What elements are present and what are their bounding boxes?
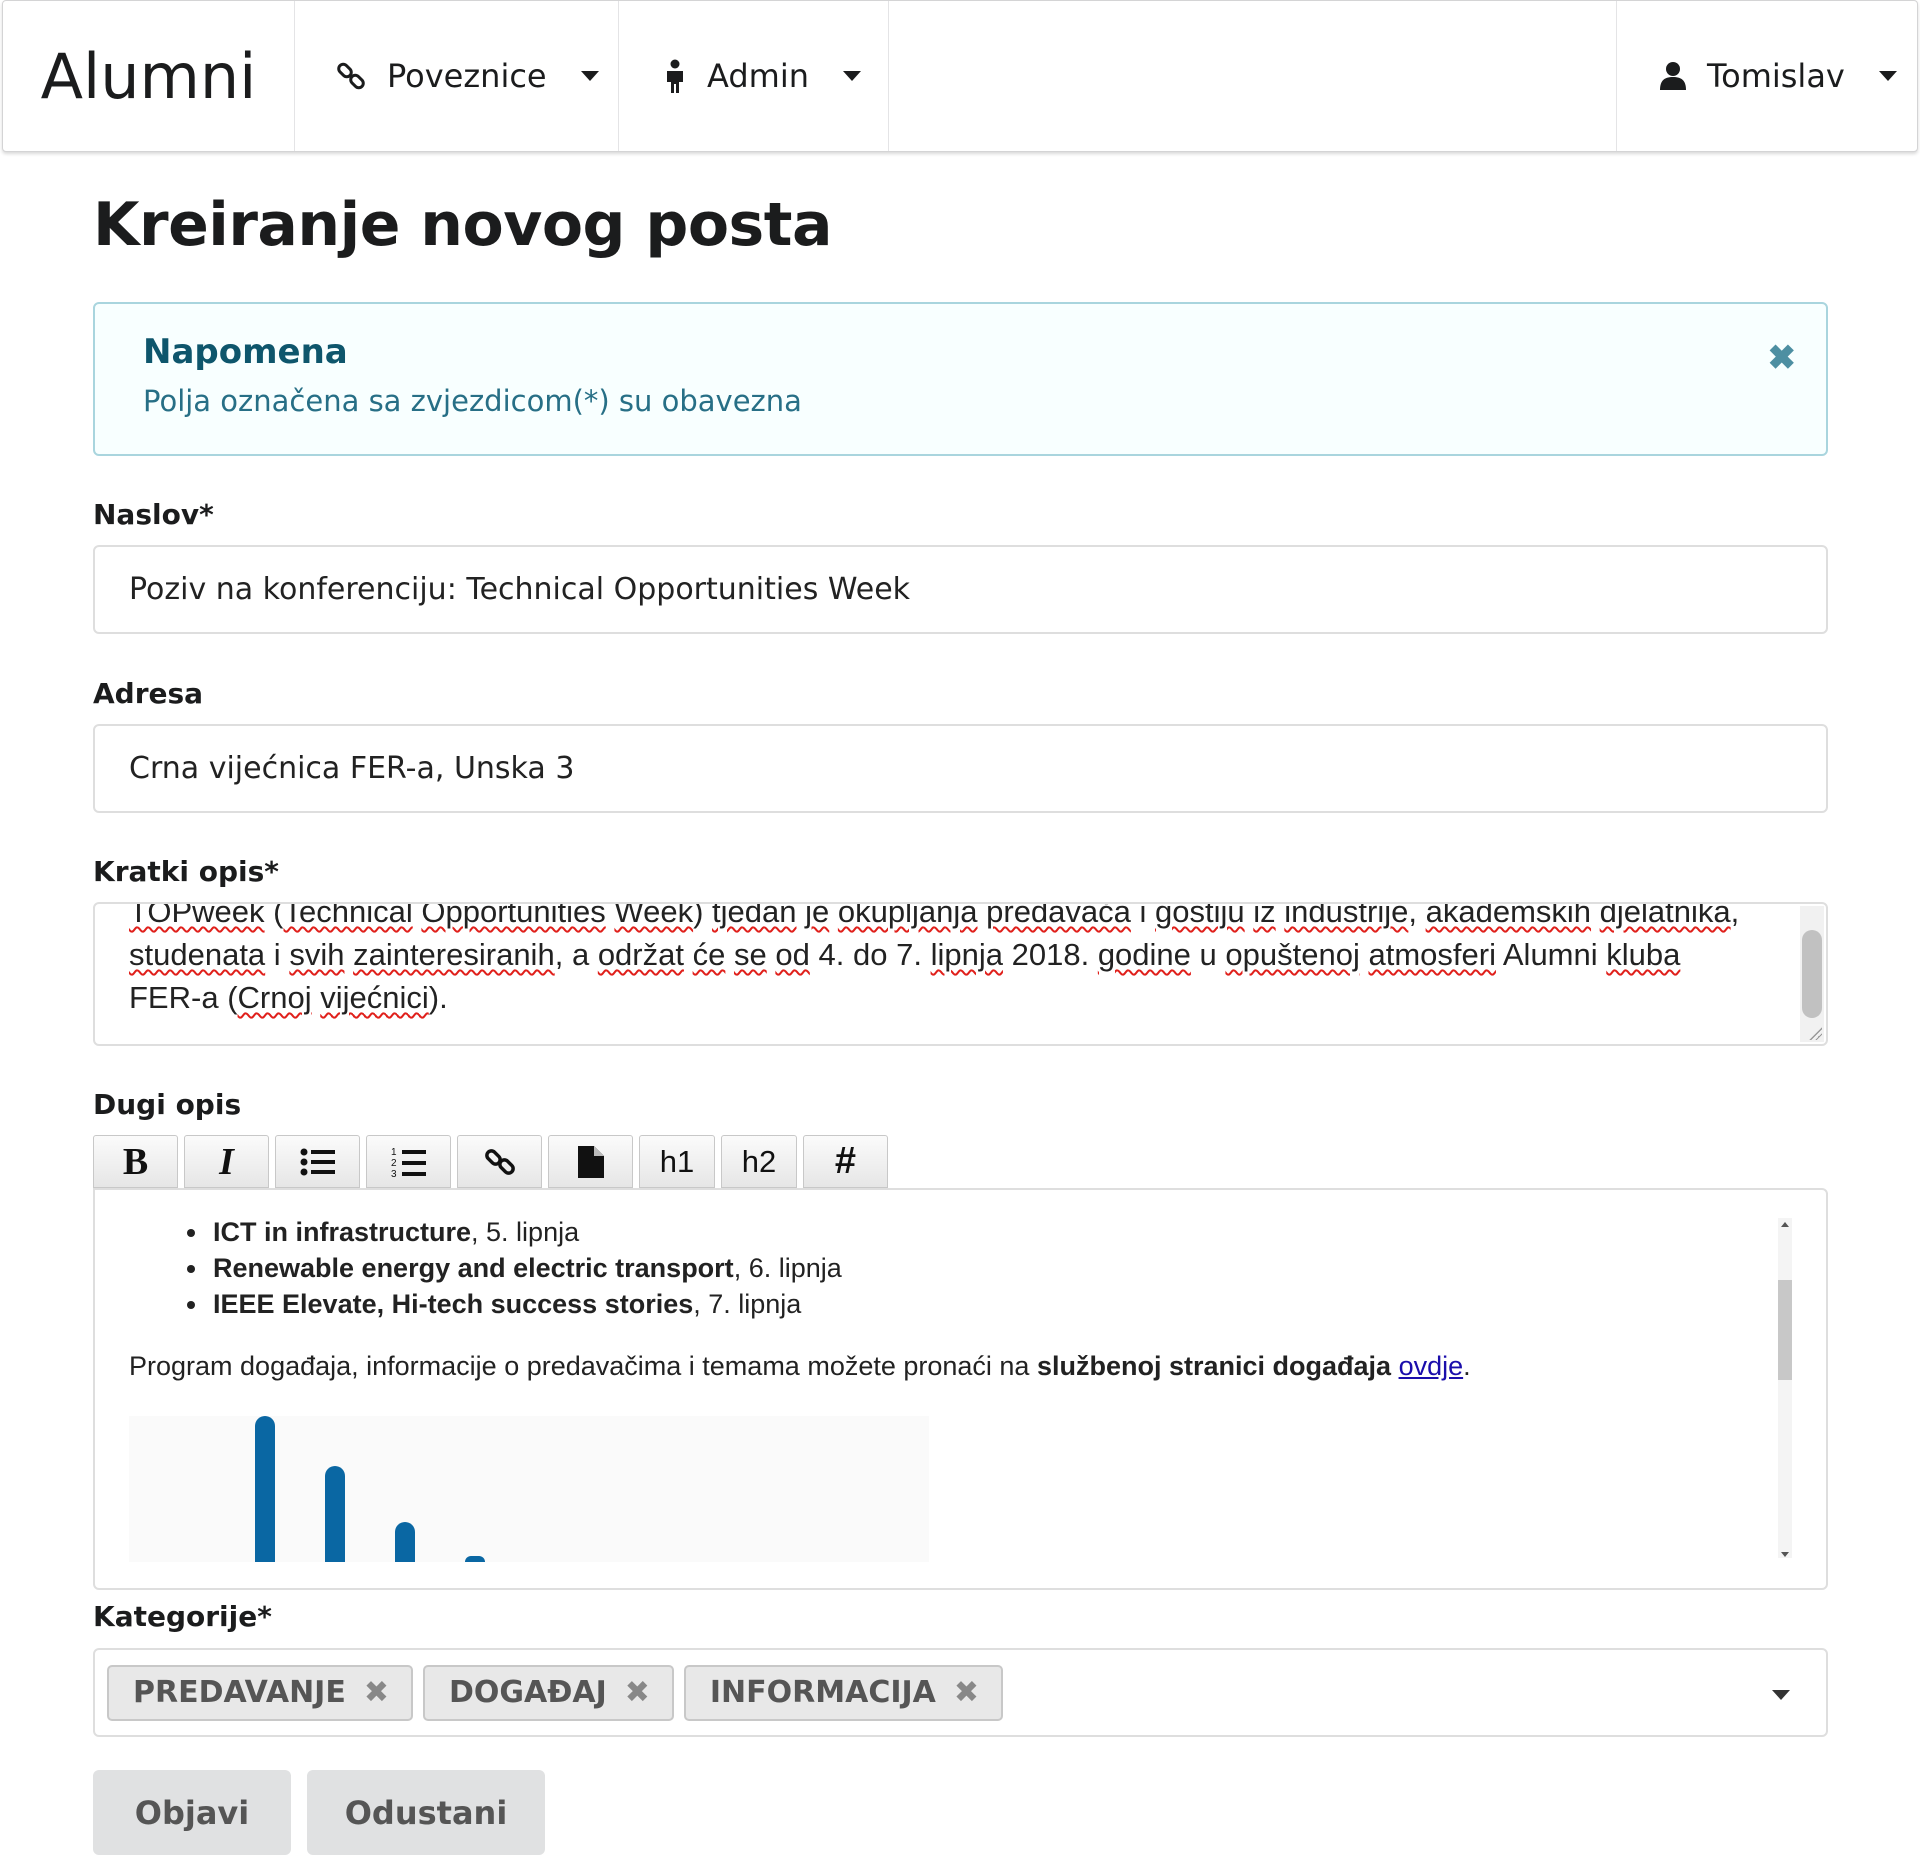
remove-icon[interactable]: ✖ [954, 1675, 979, 1710]
h1-button[interactable]: h1 [639, 1135, 715, 1188]
person-icon [663, 59, 687, 93]
bullet-list-button[interactable] [275, 1135, 360, 1188]
brand-logo[interactable]: Alumni [3, 1, 295, 151]
close-icon[interactable]: ✖ [1768, 338, 1797, 378]
hashtag-button[interactable]: # [803, 1135, 888, 1188]
event-list: ICT in infrastructure, 5. lipnja Renewab… [185, 1214, 1749, 1322]
scroll-down-icon[interactable] [1781, 1552, 1789, 1557]
chip-label: DOGAĐAJ [448, 1675, 607, 1710]
link-icon [335, 59, 367, 93]
kratki-opis-textarea[interactable]: TOPweek (Technical Opportunities Week) t… [93, 902, 1828, 1046]
embedded-image [129, 1416, 929, 1562]
chip-label: PREDAVANJE [133, 1675, 346, 1710]
kratki-opis-text: TOPweek (Technical Opportunities Week) t… [129, 902, 1740, 1015]
naslov-label: Naslov* [93, 498, 214, 531]
kratki-opis-label: Kratki opis* [93, 855, 279, 888]
nav-menu-admin[interactable]: Admin [619, 1, 889, 151]
bold-button[interactable]: B [93, 1135, 178, 1188]
user-icon [1659, 59, 1687, 93]
ovdje-link[interactable]: ovdje [1399, 1351, 1464, 1381]
info-notice: Napomena Polja označena sa zvjezdicom(*)… [93, 302, 1828, 456]
scroll-up-icon[interactable] [1781, 1222, 1789, 1227]
editor-scrollbar-track[interactable] [1778, 1218, 1792, 1558]
nav-menu-poveznice[interactable]: Poveznice [295, 1, 619, 151]
remove-icon[interactable]: ✖ [625, 1675, 650, 1710]
dugi-opis-editor[interactable]: ICT in infrastructure, 5. lipnja Renewab… [93, 1188, 1828, 1590]
kategorije-label: Kategorije* [93, 1600, 272, 1633]
nav-menu-user[interactable]: Tomislav [1617, 1, 1917, 151]
notice-text: Polja označena sa zvjezdicom(*) su obave… [143, 384, 802, 418]
list-item: ICT in infrastructure, 5. lipnja [185, 1214, 1749, 1250]
category-chip[interactable]: PREDAVANJE ✖ [107, 1664, 413, 1721]
chevron-down-icon[interactable] [1772, 1690, 1790, 1700]
svg-text:1: 1 [391, 1147, 397, 1158]
link-icon [484, 1148, 515, 1175]
nav-menu-label: Admin [707, 57, 809, 95]
list-item: Renewable energy and electric transport,… [185, 1250, 1749, 1286]
editor-scrollbar-thumb[interactable] [1778, 1280, 1792, 1380]
kategorije-select[interactable]: PREDAVANJE ✖ DOGAĐAJ ✖ INFORMACIJA ✖ [93, 1648, 1828, 1737]
chevron-down-icon [842, 71, 861, 81]
resize-grip-icon[interactable] [1808, 1026, 1822, 1040]
chip-label: INFORMACIJA [709, 1675, 936, 1710]
editor-content: ICT in infrastructure, 5. lipnja Renewab… [129, 1214, 1749, 1384]
numbered-list-button[interactable]: 123 [366, 1135, 451, 1188]
chevron-down-icon [580, 71, 599, 81]
editor-paragraph: Program događaja, informacije o predavač… [129, 1351, 1471, 1381]
textarea-scrollbar-thumb[interactable] [1802, 930, 1822, 1018]
adresa-input[interactable]: Crna vijećnica FER-a, Unska 3 [93, 724, 1828, 813]
italic-button[interactable]: I [184, 1135, 269, 1188]
adresa-label: Adresa [93, 677, 204, 710]
nav-spacer [889, 1, 1617, 151]
editor-toolbar: B I 123 h1 h2 # [93, 1135, 888, 1188]
page-title: Kreiranje novog posta [93, 190, 832, 260]
list-item: IEEE Elevate, Hi-tech success stories, 7… [185, 1286, 1749, 1322]
image-bar [465, 1556, 485, 1562]
numbered-list-icon: 123 [391, 1147, 426, 1178]
notice-title: Napomena [143, 332, 348, 372]
file-icon [577, 1145, 604, 1178]
link-button[interactable] [457, 1135, 542, 1188]
file-button[interactable] [548, 1135, 633, 1188]
svg-text:2: 2 [391, 1158, 397, 1169]
top-navbar: Alumni Poveznice Admin Tomislav [2, 0, 1918, 152]
category-chip[interactable]: DOGAĐAJ ✖ [422, 1664, 674, 1721]
objavi-button[interactable]: Objavi [93, 1770, 291, 1855]
bullet-list-icon [300, 1148, 335, 1175]
h2-button[interactable]: h2 [721, 1135, 797, 1188]
naslov-input[interactable]: Poziv na konferenciju: Technical Opportu… [93, 545, 1828, 634]
category-chip[interactable]: INFORMACIJA ✖ [683, 1664, 1004, 1721]
user-name: Tomislav [1707, 57, 1845, 95]
remove-icon[interactable]: ✖ [364, 1675, 389, 1710]
image-bar [325, 1466, 345, 1562]
nav-menu-label: Poveznice [387, 57, 547, 95]
svg-text:3: 3 [391, 1169, 397, 1178]
dugi-opis-label: Dugi opis [93, 1088, 242, 1121]
odustani-button[interactable]: Odustani [307, 1770, 545, 1855]
image-bar [395, 1522, 415, 1562]
chevron-down-icon [1878, 71, 1897, 81]
image-bar [255, 1416, 275, 1562]
